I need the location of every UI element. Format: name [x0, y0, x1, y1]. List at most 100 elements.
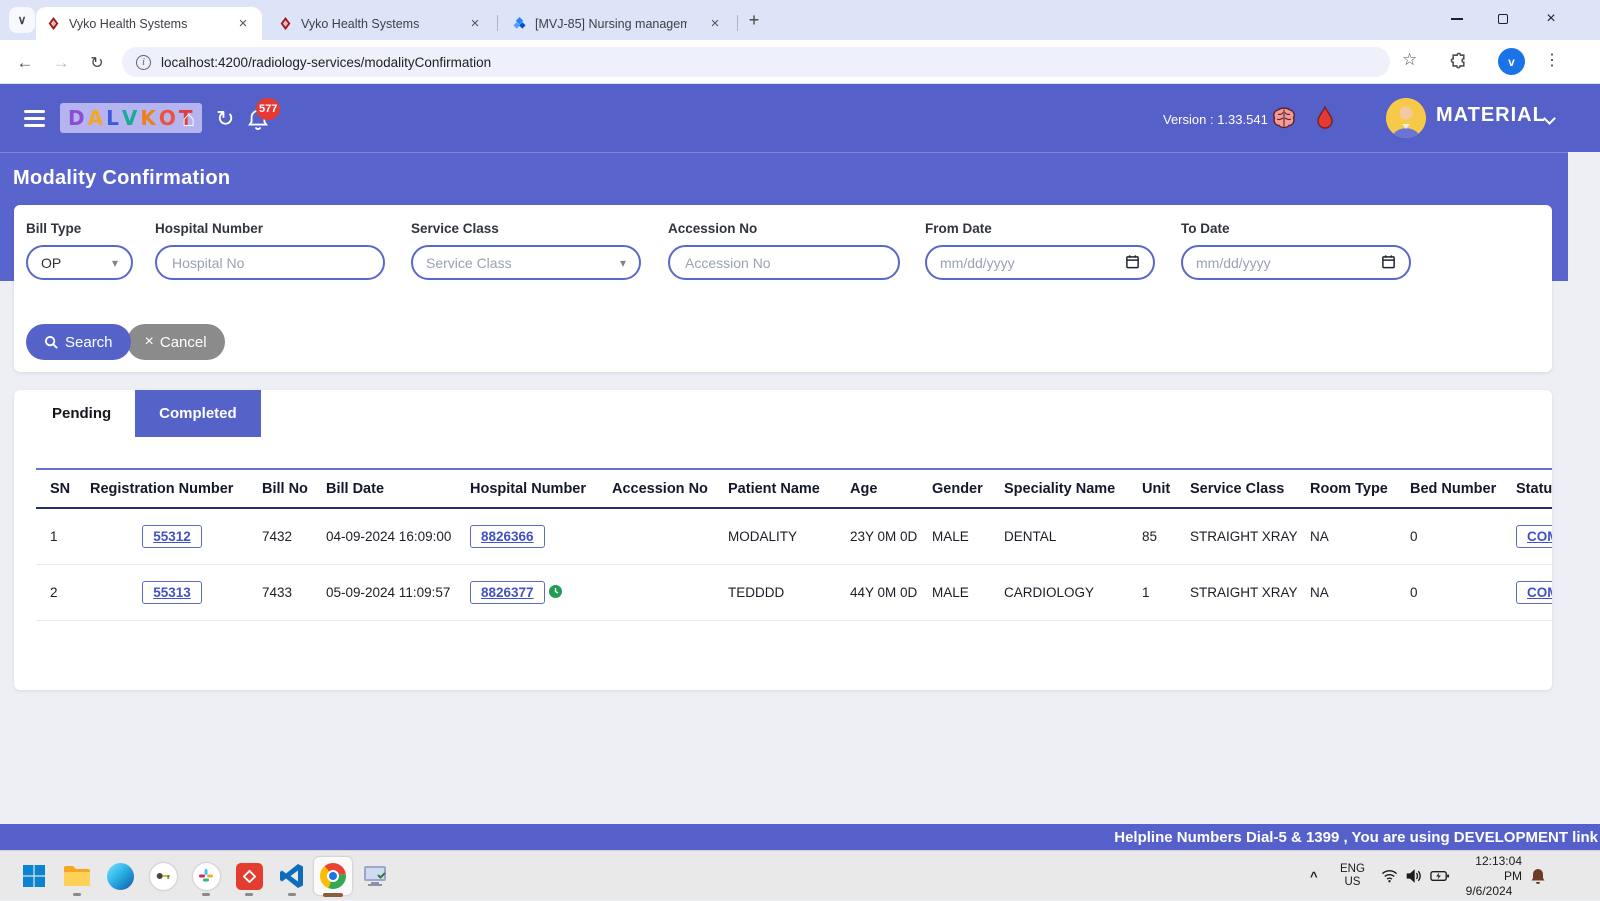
edge-browser-icon[interactable] [105, 861, 135, 891]
bookmark-star-icon[interactable]: ☆ [1402, 50, 1417, 70]
cell-sn: 2 [36, 565, 90, 621]
site-info-icon[interactable]: i [136, 55, 151, 70]
status-link[interactable]: COMPLETED [1516, 581, 1552, 604]
hospital-number-link[interactable]: 8826366 [470, 525, 545, 548]
tray-date: 9/6/2024 [1466, 884, 1513, 899]
accession-no-label: Accession No [668, 221, 900, 236]
cancel-button[interactable]: × Cancel [127, 324, 225, 360]
battery-icon[interactable] [1430, 851, 1450, 901]
window-minimize-button[interactable] [1434, 0, 1480, 38]
page-title: Modality Confirmation [13, 167, 230, 190]
close-icon: × [145, 333, 154, 351]
pending-clock-icon [549, 586, 562, 601]
calendar-icon[interactable] [1381, 254, 1396, 272]
blood-drop-icon[interactable] [1316, 106, 1334, 135]
accession-no-field[interactable] [668, 245, 900, 280]
extensions-icon[interactable] [1450, 52, 1469, 76]
passkey-app-icon[interactable] [148, 861, 178, 891]
tab-completed[interactable]: Completed [135, 390, 261, 437]
status-link[interactable]: COMPLETED [1516, 525, 1552, 548]
cell-patient-name: MODALITY [728, 508, 850, 565]
calendar-icon[interactable] [1125, 254, 1140, 272]
from-date-input[interactable]: mm/dd/yyyy [925, 245, 1155, 280]
close-tab-icon[interactable]: × [466, 15, 484, 33]
browser-tab-2[interactable]: Vyko Health Systems × [268, 7, 494, 40]
bill-type-select[interactable]: OP ▾ [26, 245, 133, 280]
hamburger-menu-icon[interactable] [24, 110, 45, 131]
windows-start-button[interactable] [19, 861, 49, 891]
col-bed-number: Bed Number [1410, 469, 1516, 508]
browser-tab-1[interactable]: Vyko Health Systems × [36, 7, 262, 40]
browser-menu-icon[interactable]: ⋮ [1544, 50, 1560, 70]
cell-bill-date: 04-09-2024 16:09:00 [326, 508, 470, 565]
window-restore-button[interactable] [1480, 0, 1526, 38]
reload-icon[interactable]: ↻ [84, 50, 110, 76]
tray-expand-icon[interactable]: ^ [1310, 851, 1318, 901]
hospital-number-input[interactable] [170, 254, 370, 272]
cell-gender: MALE [932, 508, 1004, 565]
search-button[interactable]: Search [26, 324, 131, 360]
browser-tab-3[interactable]: [MVJ-85] Nursing management × [502, 7, 734, 40]
helpline-text: Helpline Numbers Dial-5 & 1399 , You are… [1114, 829, 1600, 846]
file-explorer-icon[interactable] [62, 861, 92, 891]
slack-icon[interactable] [191, 861, 221, 891]
forward-icon[interactable]: → [48, 50, 74, 76]
address-bar[interactable]: i localhost:4200/radiology-services/moda… [122, 47, 1390, 77]
cell-gender: MALE [932, 565, 1004, 621]
remote-desktop-icon[interactable] [360, 861, 390, 891]
service-class-placeholder: Service Class [426, 255, 512, 271]
accession-no-input[interactable] [683, 254, 885, 272]
user-menu-label[interactable]: MATERIAL [1436, 104, 1546, 127]
cell-accession-no [612, 508, 728, 565]
user-avatar[interactable] [1386, 98, 1426, 138]
new-tab-button[interactable]: + [742, 8, 766, 32]
col-status: Status [1516, 469, 1552, 508]
hospital-number-field[interactable] [155, 245, 385, 280]
vyko-favicon [278, 16, 293, 31]
service-class-select[interactable]: Service Class ▾ [411, 245, 641, 280]
app-header: DALVKOT ⌂ ↻ 577 Version : 1.33.541 MATER… [0, 84, 1600, 152]
wifi-icon[interactable] [1381, 851, 1398, 901]
home-icon[interactable]: ⌂ [182, 108, 195, 130]
registration-number-link[interactable]: 55313 [142, 581, 202, 604]
minimize-icon [1451, 18, 1463, 20]
red-app-icon[interactable] [234, 861, 264, 891]
col-service-class: Service Class [1190, 469, 1310, 508]
volume-icon[interactable] [1406, 851, 1422, 901]
cell-room-type: NA [1310, 565, 1410, 621]
bill-type-value: OP [41, 255, 61, 271]
window-close-button[interactable]: × [1528, 0, 1574, 38]
dropdown-arrow-icon: ▾ [620, 256, 626, 270]
cancel-button-label: Cancel [160, 334, 207, 351]
close-tab-icon[interactable]: × [706, 15, 724, 33]
to-date-input[interactable]: mm/dd/yyyy [1181, 245, 1411, 280]
chrome-active-slot[interactable] [314, 857, 352, 895]
tab-search-button[interactable]: ∨ [9, 7, 35, 33]
notification-count-badge: 577 [256, 98, 280, 120]
tray-notifications-icon[interactable] [1530, 851, 1546, 901]
brain-icon[interactable] [1271, 106, 1297, 135]
tab-pending[interactable]: Pending [28, 390, 135, 437]
hospital-number-link[interactable]: 8826377 [470, 581, 545, 604]
cell-patient-name: TEDDDD [728, 565, 850, 621]
jira-favicon [512, 16, 527, 31]
registration-number-link[interactable]: 55312 [142, 525, 202, 548]
chrome-icon [320, 863, 346, 889]
vscode-icon[interactable] [277, 861, 307, 891]
cell-service-class: STRAIGHT XRAY [1190, 508, 1310, 565]
cell-bill-date: 05-09-2024 11:09:57 [326, 565, 470, 621]
cell-age: 23Y 0M 0D [850, 508, 932, 565]
close-tab-icon[interactable]: × [234, 15, 252, 33]
col-unit: Unit [1142, 469, 1190, 508]
chevron-down-icon: ∨ [18, 13, 27, 27]
sync-icon[interactable]: ↻ [216, 108, 234, 130]
vyko-favicon [46, 16, 61, 31]
back-icon[interactable]: ← [12, 50, 38, 76]
filter-card: Bill Type OP ▾ Hospital Number Service C… [14, 205, 1552, 372]
clock-widget[interactable]: 12:13:04 PM 9/6/2024 [1456, 851, 1522, 901]
language-indicator[interactable]: ENG US [1340, 851, 1365, 901]
dropdown-arrow-icon: ▾ [112, 256, 118, 270]
cell-sn: 1 [36, 508, 90, 565]
browser-profile-avatar[interactable]: v [1498, 48, 1525, 75]
cell-bill-no: 7433 [262, 565, 326, 621]
